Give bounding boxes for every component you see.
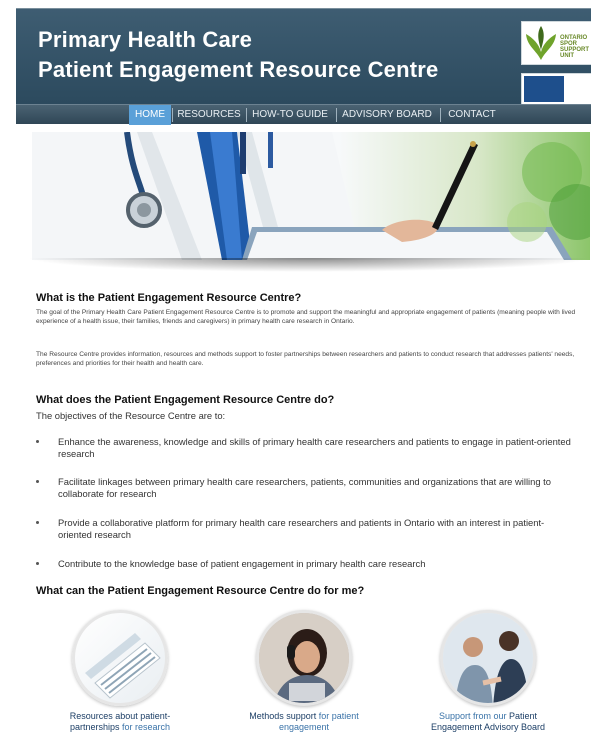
- methods-support-card-caption[interactable]: Methods support for patient engagement: [234, 711, 374, 733]
- leaf-icon: [526, 26, 556, 60]
- nav-divider: [336, 108, 337, 122]
- nav-item-how-to-guide[interactable]: HOW-TO GUIDE: [248, 105, 332, 125]
- site-header: Primary Health Care Patient Engagement R…: [16, 8, 591, 105]
- page: Primary Health Care Patient Engagement R…: [0, 0, 591, 744]
- resources-card-caption-rest: for research: [119, 722, 171, 732]
- banner-shadow: [26, 258, 591, 272]
- bullet-dot-icon: [36, 562, 39, 565]
- objective-list-item: Provide a collaborative platform for pri…: [36, 517, 580, 547]
- main-nav: HOME RESOURCES HOW-TO GUIDE ADVISORY BOA…: [16, 104, 591, 125]
- site-title-line1[interactable]: Primary Health Care: [38, 27, 252, 53]
- bullet-dot-icon: [36, 480, 39, 483]
- section-title-what-can: What can the Patient Engagement Resource…: [36, 585, 365, 597]
- nav-item-resources[interactable]: RESOURCES: [174, 105, 244, 125]
- advisory-board-card-image[interactable]: [440, 610, 536, 706]
- objectives-intro: The objectives of the Resource Centre ar…: [36, 410, 226, 421]
- section-title-what-does: What does the Patient Engagement Resourc…: [36, 394, 335, 406]
- advisory-board-card-caption[interactable]: Support from our Patient Engagement Advi…: [418, 711, 558, 733]
- partner-logo[interactable]: [521, 73, 591, 105]
- bullet-dot-icon: [36, 440, 39, 443]
- resources-card-image[interactable]: [72, 610, 168, 706]
- partner-logo-badge: [524, 76, 564, 102]
- nav-item-contact[interactable]: CONTACT: [442, 105, 502, 125]
- nav-divider: [172, 108, 173, 122]
- nav-divider: [440, 108, 441, 122]
- objective-text: Facilitate linkages between primary heal…: [58, 476, 551, 499]
- nav-item-home[interactable]: HOME: [129, 105, 171, 125]
- methods-support-link[interactable]: Methods support: [249, 711, 316, 721]
- resources-card-caption[interactable]: Resources about patient-partnerships for…: [50, 711, 190, 733]
- bullet-dot-icon: [36, 521, 39, 524]
- objective-list-item: Contribute to the knowledge base of pati…: [36, 558, 580, 574]
- objective-list-item: Facilitate linkages between primary heal…: [36, 476, 580, 506]
- section-title-what-is: What is the Patient Engagement Resource …: [36, 292, 302, 304]
- nav-item-advisory-board[interactable]: ADVISORY BOARD: [338, 105, 436, 125]
- site-title-line2[interactable]: Patient Engagement Resource Centre: [38, 57, 438, 83]
- methods-support-card-image[interactable]: [256, 610, 352, 706]
- advisory-board-caption-pre: Support from our: [438, 711, 509, 721]
- intro-paragraph-resources: The Resource Centre provides information…: [36, 351, 575, 367]
- hero-banner-image: [32, 132, 590, 260]
- objective-list-item: Enhance the awareness, knowledge and ski…: [36, 436, 580, 466]
- nav-divider: [246, 108, 247, 122]
- intro-paragraph-goal: The goal of the Primary Health Care Pati…: [36, 309, 576, 325]
- ontario-logo-text: ONTARIO SPOR SUPPORT UNIT: [560, 35, 590, 59]
- objective-text: Enhance the awareness, knowledge and ski…: [58, 436, 571, 459]
- ontario-spor-logo[interactable]: ONTARIO SPOR SUPPORT UNIT: [521, 21, 591, 65]
- objective-text: Contribute to the knowledge base of pati…: [58, 558, 426, 569]
- objective-text: Provide a collaborative platform for pri…: [58, 517, 545, 540]
